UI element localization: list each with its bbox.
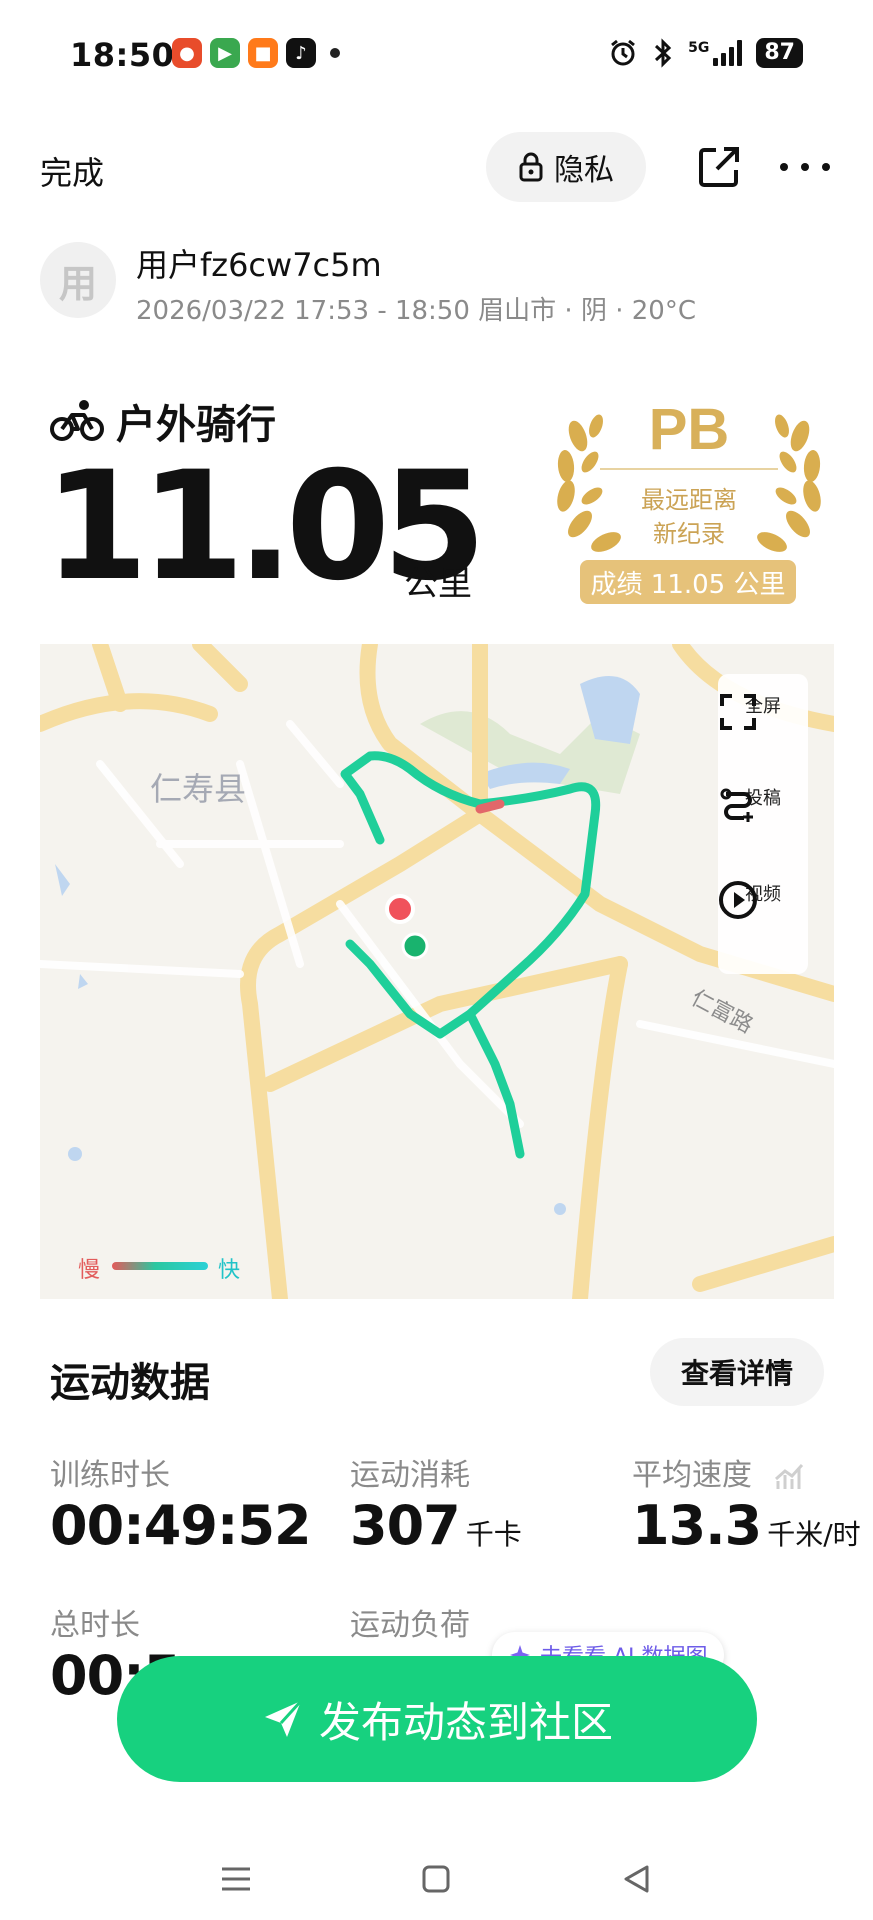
stat-label: 总时长 [50,1608,140,1643]
menu-icon [222,1867,250,1891]
map-controls: 全屏 投稿 视频 [718,674,808,974]
pb-description-2: 新纪录 [653,520,725,548]
video-button[interactable]: 视频 [718,880,808,919]
stat-label: 运动负荷 [350,1608,470,1643]
avatar[interactable]: 用 [40,242,116,318]
legend-fast-label: 快 [218,1258,241,1283]
shopping-app-icon: ■ [248,38,278,68]
video-app-icon: ▶ [210,38,240,68]
dot-icon [801,163,809,171]
route-slow-segment [475,799,505,814]
signal-icon: 5G [688,40,743,66]
alarm-icon [611,39,636,66]
publish-label: 发布动态到社区 [318,1697,613,1747]
home-nav-button[interactable] [406,1854,466,1904]
back-icon [624,1865,649,1893]
stats-section-title: 运动数据 [50,1360,210,1406]
route-map[interactable]: 仁寿县 仁富路 全屏 投稿 视频 慢 快 [40,644,834,1299]
lock-icon [519,152,543,182]
notification-icons: ● ▶ ■ ♪ [172,38,340,68]
view-details-button[interactable]: 查看详情 [650,1338,824,1406]
more-notifications-dot [330,48,340,58]
more-options-button[interactable] [780,144,830,190]
stat-label: 训练时长 [50,1458,170,1493]
home-icon [422,1865,450,1893]
pb-record-value: 成绩 11.05 公里 [580,560,796,604]
status-time: 18:50 [70,36,175,74]
bicycle-icon [50,400,104,441]
water-area [480,762,570,789]
tiktok-icon: ♪ [286,38,316,68]
bluetooth-icon [655,38,672,68]
share-icon[interactable] [696,144,742,190]
stat-calories: 运动消耗 307 千卡 [350,1450,522,1557]
publish-to-community-button[interactable]: 发布动态到社区 [117,1656,757,1782]
stat-unit: 千米/时 [767,1518,861,1551]
pond [554,1203,566,1215]
stat-label-row: 平均速度 [632,1450,861,1494]
fullscreen-icon [720,694,756,730]
stat-load: 运动负荷 [350,1600,470,1644]
back-nav-button[interactable] [606,1854,666,1904]
stat-label: 运动消耗 [350,1458,470,1493]
route-start-marker [401,932,429,960]
fullscreen-button[interactable]: 全屏 [718,692,808,730]
menu-nav-button[interactable] [206,1854,266,1904]
privacy-label: 隐私 [554,153,614,188]
network-type: 5G [688,40,710,56]
user-name[interactable]: 用户fz6cw7c5m [136,240,382,286]
stat-label: 平均速度 [632,1458,752,1493]
system-navigation-bar [0,1840,873,1920]
stat-value: 307 [350,1494,461,1557]
chart-icon[interactable] [774,1463,804,1491]
pb-description: 最远距离 [641,486,737,514]
stat-value: 00:49:52 [50,1494,312,1557]
status-indicators: 5G 87 [608,38,803,68]
top-navigation: 完成 隐私 [0,130,873,204]
route-end-marker [385,894,415,924]
pb-title: PB [648,397,730,462]
status-bar: 18:50 ● ▶ ■ ♪ 5G 87 [0,0,873,110]
pond [68,1147,82,1161]
done-button[interactable]: 完成 [40,148,104,194]
pond [55,864,70,896]
battery-icon: 87 [756,38,803,68]
dot-icon [822,163,830,171]
submit-route-button[interactable]: 投稿 [718,784,808,822]
map-place-label: 仁寿县 [150,770,247,808]
pb-divider [600,468,778,470]
stat-unit: 千卡 [465,1518,522,1551]
activity-meta: 2026/03/22 17:53 - 18:50 眉山市 · 阴 · 20°C [136,296,696,326]
app-notification-icon: ● [172,38,202,68]
map-base [40,644,834,1299]
speed-legend-bar [112,1262,208,1270]
stat-value-row: 13.3 千米/时 [632,1494,861,1557]
pb-badge[interactable]: PB 最远距离 新纪录 成绩 11.05 公里 [548,396,830,608]
pond [78,974,88,989]
stat-value: 13.3 [632,1494,762,1557]
send-icon [264,1699,303,1737]
play-icon [719,881,757,919]
stat-value-row: 307 千卡 [350,1494,522,1557]
privacy-button[interactable]: 隐私 [486,132,646,202]
stat-training-duration: 训练时长 00:49:52 [50,1450,312,1557]
dot-icon [780,163,788,171]
distance-unit: 公里 [404,564,472,604]
stat-average-speed: 平均速度 13.3 千米/时 [632,1450,861,1557]
legend-slow-label: 慢 [78,1258,101,1283]
route-submit-icon [720,788,753,822]
